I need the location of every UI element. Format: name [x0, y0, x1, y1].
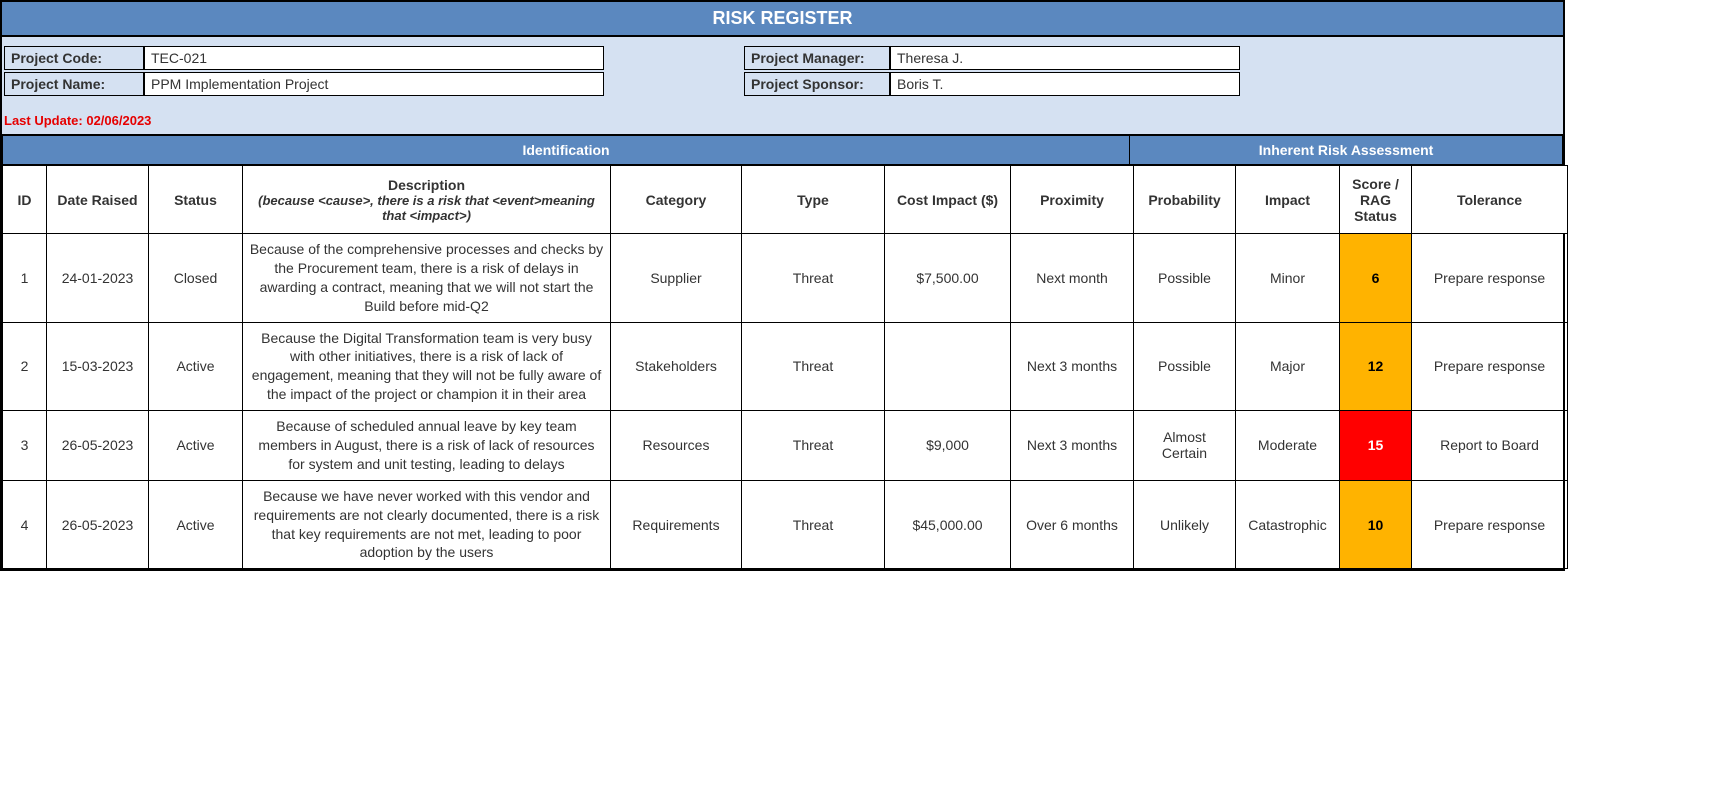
col-description: Description (because <cause>, there is a…	[243, 166, 611, 234]
table-row: 326-05-2023ActiveBecause of scheduled an…	[3, 411, 1568, 481]
col-cost-impact: Cost Impact ($)	[885, 166, 1011, 234]
cell-score: 6	[1340, 234, 1412, 323]
col-category: Category	[611, 166, 742, 234]
cell-tolerance: Prepare response	[1412, 234, 1568, 323]
cell-id: 2	[3, 322, 47, 411]
cell-description: Because the Digital Transformation team …	[243, 322, 611, 411]
cell-cost-impact: $9,000	[885, 411, 1011, 481]
cell-date-raised: 15-03-2023	[47, 322, 149, 411]
project-sponsor-value: Boris T.	[890, 72, 1240, 96]
table-row: 426-05-2023ActiveBecause we have never w…	[3, 480, 1568, 569]
col-impact: Impact	[1236, 166, 1340, 234]
cell-date-raised: 26-05-2023	[47, 411, 149, 481]
cell-probability: Almost Certain	[1134, 411, 1236, 481]
cell-status: Closed	[149, 234, 243, 323]
cell-impact: Moderate	[1236, 411, 1340, 481]
project-code-label: Project Code:	[4, 46, 144, 70]
project-manager-value: Theresa J.	[890, 46, 1240, 70]
cell-status: Active	[149, 411, 243, 481]
project-name-value: PPM Implementation Project	[144, 72, 604, 96]
cell-proximity: Next month	[1011, 234, 1134, 323]
project-name-label: Project Name:	[4, 72, 144, 96]
cell-score: 12	[1340, 322, 1412, 411]
cell-description: Because we have never worked with this v…	[243, 480, 611, 569]
project-manager-label: Project Manager:	[744, 46, 890, 70]
cell-type: Threat	[742, 480, 885, 569]
cell-id: 1	[3, 234, 47, 323]
page-title: RISK REGISTER	[2, 2, 1563, 37]
cell-impact: Major	[1236, 322, 1340, 411]
cell-score: 10	[1340, 480, 1412, 569]
assessment-header: Inherent Risk Assessment	[1130, 135, 1563, 165]
cell-type: Threat	[742, 411, 885, 481]
cell-category: Supplier	[611, 234, 742, 323]
section-headers: Identification Inherent Risk Assessment	[2, 135, 1563, 165]
cell-probability: Possible	[1134, 234, 1236, 323]
project-header: Project Code: TEC-021 Project Manager: T…	[2, 37, 1563, 135]
cell-probability: Unlikely	[1134, 480, 1236, 569]
col-description-subtitle: (because <cause>, there is a risk that <…	[249, 193, 604, 223]
col-proximity: Proximity	[1011, 166, 1134, 234]
cell-category: Resources	[611, 411, 742, 481]
col-tolerance: Tolerance	[1412, 166, 1568, 234]
cell-proximity: Next 3 months	[1011, 411, 1134, 481]
risk-table: ID Date Raised Status Description (becau…	[2, 165, 1568, 569]
cell-probability: Possible	[1134, 322, 1236, 411]
project-sponsor-label: Project Sponsor:	[744, 72, 890, 96]
cell-cost-impact: $7,500.00	[885, 234, 1011, 323]
cell-tolerance: Prepare response	[1412, 480, 1568, 569]
cell-category: Requirements	[611, 480, 742, 569]
cell-proximity: Over 6 months	[1011, 480, 1134, 569]
cell-date-raised: 26-05-2023	[47, 480, 149, 569]
col-probability: Probability	[1134, 166, 1236, 234]
cell-impact: Minor	[1236, 234, 1340, 323]
cell-tolerance: Report to Board	[1412, 411, 1568, 481]
col-date-raised: Date Raised	[47, 166, 149, 234]
cell-type: Threat	[742, 234, 885, 323]
cell-status: Active	[149, 322, 243, 411]
col-id: ID	[3, 166, 47, 234]
col-description-title: Description	[249, 177, 604, 193]
cell-category: Stakeholders	[611, 322, 742, 411]
table-row: 215-03-2023ActiveBecause the Digital Tra…	[3, 322, 1568, 411]
risk-register-container: RISK REGISTER Project Code: TEC-021 Proj…	[0, 0, 1565, 571]
project-code-value: TEC-021	[144, 46, 604, 70]
cell-cost-impact	[885, 322, 1011, 411]
cell-score: 15	[1340, 411, 1412, 481]
col-type: Type	[742, 166, 885, 234]
cell-description: Because of scheduled annual leave by key…	[243, 411, 611, 481]
cell-id: 4	[3, 480, 47, 569]
cell-tolerance: Prepare response	[1412, 322, 1568, 411]
cell-cost-impact: $45,000.00	[885, 480, 1011, 569]
column-header-row: ID Date Raised Status Description (becau…	[3, 166, 1568, 234]
cell-type: Threat	[742, 322, 885, 411]
cell-impact: Catastrophic	[1236, 480, 1340, 569]
col-status: Status	[149, 166, 243, 234]
cell-description: Because of the comprehensive processes a…	[243, 234, 611, 323]
last-update: Last Update: 02/06/2023	[2, 97, 1563, 130]
cell-status: Active	[149, 480, 243, 569]
table-row: 124-01-2023ClosedBecause of the comprehe…	[3, 234, 1568, 323]
cell-proximity: Next 3 months	[1011, 322, 1134, 411]
identification-header: Identification	[2, 135, 1130, 165]
cell-date-raised: 24-01-2023	[47, 234, 149, 323]
cell-id: 3	[3, 411, 47, 481]
col-score: Score / RAG Status	[1340, 166, 1412, 234]
